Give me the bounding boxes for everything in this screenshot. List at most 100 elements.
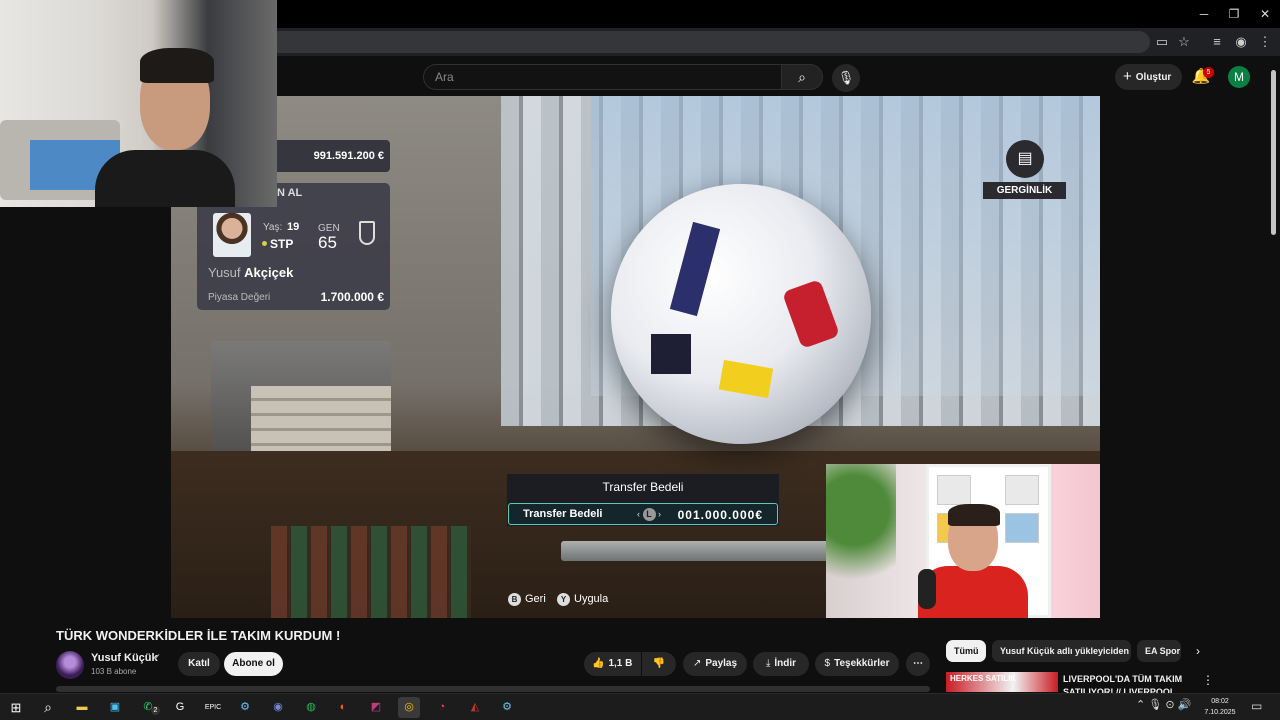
discord-icon[interactable]: ◉	[267, 697, 289, 718]
dislike-button[interactable]: 👎	[642, 652, 676, 676]
webcam-person-hair	[948, 504, 1000, 526]
windows-taskbar: ⊞ ⌕ ▬ ▣ ✆ 2 G EPIC ⚙ ◉ ◍ ◐ ◩ ◎ ◔ ◭ ⚙ ⌃ 🎙 …	[0, 693, 1280, 720]
chrome-icon[interactable]: ◎	[398, 697, 420, 718]
football-image	[611, 184, 871, 444]
shelf-cube	[937, 475, 971, 505]
file-explorer-icon[interactable]: ▬	[71, 697, 93, 718]
bookmark-star-icon[interactable]: ☆	[1174, 32, 1194, 52]
plus-icon: +	[1123, 68, 1132, 85]
player-position: STP	[270, 237, 294, 251]
position-dot-icon	[262, 241, 267, 246]
more-actions-button[interactable]: ⋯	[906, 652, 930, 676]
join-button[interactable]: Katıl	[178, 652, 220, 676]
webcam-person-body	[95, 150, 235, 207]
microphone-icon[interactable]: 🎙	[1148, 699, 1162, 711]
game-back-prompt: B Geri	[508, 593, 546, 606]
b-button-icon: B	[508, 593, 521, 606]
tension-document-icon: ▤	[1006, 140, 1044, 178]
like-button[interactable]: 👍 1,1 B	[584, 652, 641, 676]
cast-icon[interactable]: ▭	[1152, 32, 1172, 52]
clock-time: 08:02	[1211, 698, 1229, 705]
scrollbar-thumb[interactable]	[1271, 70, 1276, 235]
system-tray[interactable]: ⌃ 🎙 ⊙ 🔊	[1136, 698, 1191, 711]
super-thanks-icon: $	[824, 658, 831, 669]
media-queue-icon[interactable]: ≡	[1207, 32, 1227, 52]
transfer-budget: 991.591.200 €	[276, 140, 390, 172]
spotify-icon[interactable]: ◍	[300, 697, 322, 718]
search-icon: ⌕	[798, 69, 806, 85]
app-icon[interactable]: G	[169, 697, 191, 718]
account-avatar[interactable]: M	[1228, 66, 1250, 88]
streamer-webcam	[0, 0, 277, 207]
store-icon[interactable]: ▣	[104, 697, 126, 718]
search-icon[interactable]: ⌕	[37, 697, 59, 718]
chevron-right-icon[interactable]: ›	[1188, 641, 1208, 661]
chevron-up-icon[interactable]: ⌃	[1136, 699, 1145, 711]
player-first-name: Yusuf	[208, 265, 241, 280]
steam-icon[interactable]: ⚙	[496, 697, 518, 718]
webcam-person	[95, 40, 235, 207]
network-icon[interactable]: ⊙	[1165, 699, 1174, 711]
youtuber-webcam	[826, 464, 1100, 618]
description-box	[56, 686, 930, 692]
whatsapp-badge: 2	[151, 706, 160, 715]
notification-center-icon[interactable]: ▭	[1251, 699, 1262, 713]
webcam-person-hair	[140, 48, 214, 83]
app-icon[interactable]: ◩	[365, 697, 387, 718]
app-icon[interactable]: ◔	[431, 697, 453, 718]
ball-stripe	[669, 221, 721, 317]
subscribe-button[interactable]: Abone ol	[224, 652, 283, 676]
recommendation-thumbnail[interactable]: HERKES SATILIK	[946, 672, 1058, 692]
app-icon[interactable]: ◭	[464, 697, 486, 718]
browser-menu-icon[interactable]: ⋮	[1255, 32, 1275, 52]
download-button[interactable]: ⤓ İndir	[753, 652, 809, 676]
chip-uploader[interactable]: Yusuf Küçük adlı yükleyiciden	[992, 640, 1131, 662]
minimize-button[interactable]: ─	[1189, 4, 1219, 24]
chip-all[interactable]: Tümü	[946, 640, 986, 662]
player-overall: 65	[318, 233, 337, 252]
apply-label: Uygula	[574, 593, 609, 605]
close-button[interactable]: ✕	[1250, 4, 1280, 24]
clock-date: 7.10.2025	[1204, 709, 1236, 716]
chip-ea-sports[interactable]: EA Spor	[1137, 640, 1181, 662]
epic-games-icon[interactable]: EPIC	[202, 697, 224, 718]
windows-start-icon[interactable]: ⊞	[5, 697, 27, 718]
restore-button[interactable]: ❐	[1219, 4, 1249, 24]
thumbs-down-icon: 👎	[652, 658, 666, 669]
recommendation-menu-icon[interactable]: ⋮	[1202, 673, 1214, 687]
voice-search-button[interactable]: 🎙	[832, 64, 860, 92]
player-name: Yusuf Akçiçek	[208, 265, 293, 280]
share-button[interactable]: ↗ Paylaş	[683, 652, 747, 676]
tension-label: GERGİNLİK	[983, 182, 1066, 199]
recommendation-title[interactable]: LIVERPOOL'DA TÜM TAKIM SATILIYOR! // LIV…	[1063, 673, 1193, 693]
verified-badge-icon: ✔	[153, 652, 161, 662]
subscriber-count: 103 B abone	[91, 667, 137, 676]
search-button[interactable]: ⌕	[781, 64, 823, 90]
volume-icon[interactable]: 🔊	[1178, 699, 1192, 711]
left-stick-icon: ‹ L ›	[637, 508, 661, 521]
transfer-fee-label: Transfer Bedeli	[523, 508, 603, 520]
video-title: TÜRK WONDERKİDLER İLE TAKIM KURDUM !	[56, 628, 341, 643]
whatsapp-icon[interactable]: ✆ 2	[137, 697, 160, 718]
club-crest-icon	[359, 221, 375, 245]
create-button[interactable]: + Oluştur	[1115, 64, 1182, 90]
clock[interactable]: 08:02 7.10.2025	[1200, 696, 1240, 718]
shelf-cube	[1005, 475, 1039, 505]
y-button-icon: Y	[557, 593, 570, 606]
app-icon[interactable]: ◐	[332, 697, 354, 718]
ball-logo	[781, 278, 841, 350]
steam-icon[interactable]: ⚙	[234, 697, 256, 718]
transfer-fee-row: Transfer Bedeli ‹ L › 001.000.000€	[508, 503, 778, 525]
channel-name[interactable]: Yusuf Küçük	[91, 652, 158, 664]
game-apply-prompt: Y Uygula	[557, 593, 608, 606]
profile-icon[interactable]: ◉	[1231, 32, 1251, 52]
transfer-fee-title: Transfer Bedeli	[602, 480, 684, 494]
thumbs-up-icon: 👍	[592, 658, 605, 669]
like-count: 1,1 B	[608, 658, 633, 669]
player-photo	[213, 213, 251, 257]
channel-avatar[interactable]	[56, 651, 84, 679]
player-last-name: Akçiçek	[244, 265, 294, 280]
market-value-label: Piyasa Değeri	[208, 292, 271, 303]
search-input[interactable]: Ara	[423, 64, 781, 90]
thanks-button[interactable]: $ Teşekkürler	[815, 652, 899, 676]
